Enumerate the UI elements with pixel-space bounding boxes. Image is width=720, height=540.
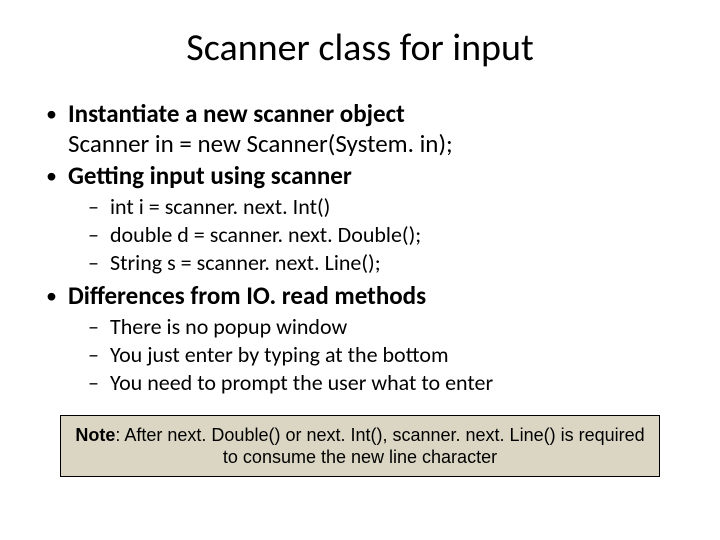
slide-title: Scanner class for input <box>40 25 680 71</box>
note-box: Note: After next. Double() or next. Int(… <box>60 415 660 477</box>
list-item: double d = scanner. next. Double(); <box>88 221 680 249</box>
bullet-code: Scanner in = new Scanner(System. in); <box>68 128 453 159</box>
bullet-text: Getting input using scanner <box>68 160 352 191</box>
list-item: You need to prompt the user what to ente… <box>88 369 680 397</box>
list-item: String s = scanner. next. Line(); <box>88 249 680 277</box>
list-item: There is no popup window <box>88 313 680 341</box>
note-label: Note <box>75 425 115 445</box>
list-item: int i = scanner. next. Int() <box>88 193 680 221</box>
bullet-text: Instantiate a new scanner object <box>68 98 405 129</box>
bullet-list: Instantiate a new scanner object Scanner… <box>40 99 680 397</box>
bullet-instantiate: Instantiate a new scanner object Scanner… <box>40 99 680 159</box>
sub-list: There is no popup window You just enter … <box>68 313 680 397</box>
bullet-differences: Differences from IO. read methods There … <box>40 281 680 397</box>
sub-list: int i = scanner. next. Int() double d = … <box>68 193 680 277</box>
list-item: You just enter by typing at the bottom <box>88 341 680 369</box>
bullet-text: Differences from IO. read methods <box>68 280 426 311</box>
note-text: : After next. Double() or next. Int(), s… <box>115 425 644 467</box>
bullet-getting-input: Getting input using scanner int i = scan… <box>40 161 680 277</box>
